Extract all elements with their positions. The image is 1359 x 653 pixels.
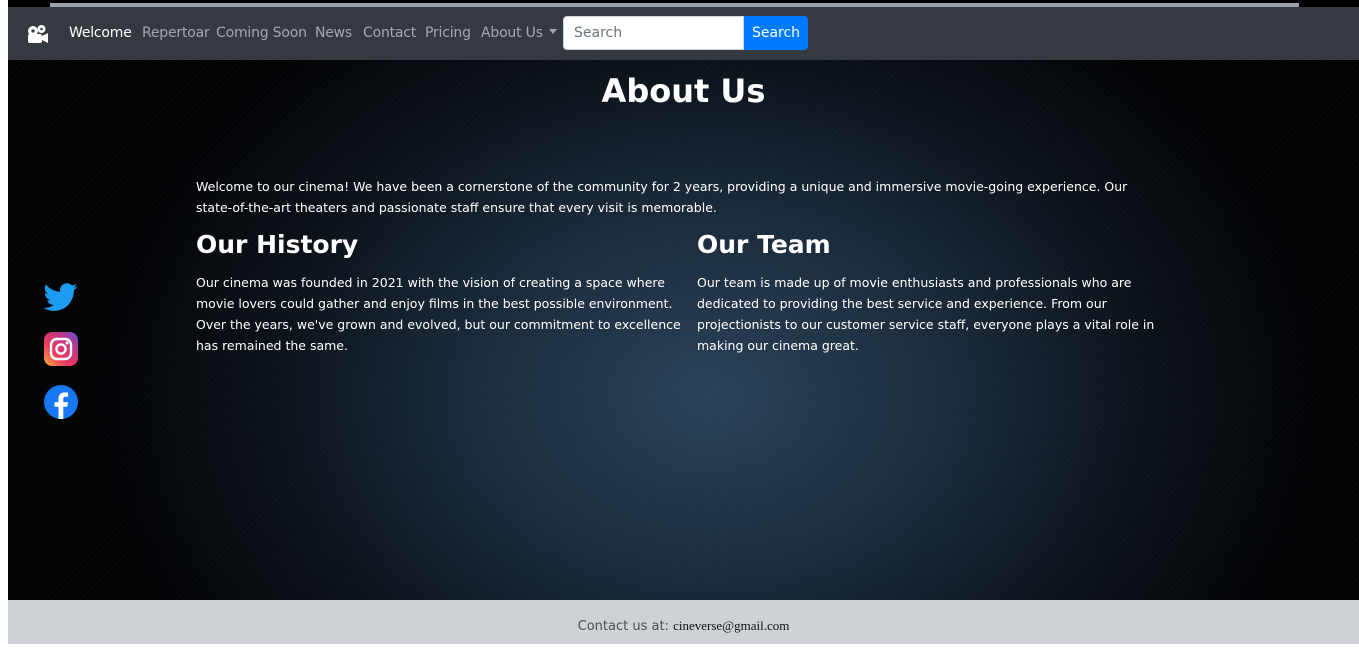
- nav-item-repertoar[interactable]: Repertoar: [142, 25, 210, 41]
- chevron-down-icon: [548, 29, 557, 34]
- instagram-icon[interactable]: [44, 332, 78, 366]
- twitter-icon[interactable]: [43, 280, 78, 314]
- nav-item-coming-soon[interactable]: Coming Soon: [216, 25, 307, 41]
- footer-contact-label: Contact us at:: [577, 619, 669, 634]
- history-heading: Our History: [196, 230, 359, 259]
- nav-item-about-us[interactable]: About Us: [481, 25, 557, 41]
- about-section: About Us Welcome to our cinema! We have …: [8, 60, 1359, 600]
- history-text: Our cinema was founded in 2021 with the …: [196, 275, 681, 353]
- page-title: About Us: [601, 72, 766, 110]
- nav-item-about-us-label: About Us: [481, 25, 543, 41]
- intro-text: Welcome to our cinema! We have been a co…: [196, 179, 1128, 215]
- navbar: Welcome Repertoar Coming Soon News Conta…: [8, 7, 1359, 60]
- search-button[interactable]: Search: [744, 16, 808, 50]
- search-input[interactable]: [563, 16, 744, 50]
- team-text: Our team is made up of movie enthusiasts…: [697, 275, 1155, 353]
- nav-item-pricing[interactable]: Pricing: [425, 25, 471, 41]
- nav-item-news[interactable]: News: [315, 25, 352, 41]
- footer: Contact us at: cineverse@gmail.com: [8, 600, 1359, 644]
- nav-item-contact[interactable]: Contact: [363, 25, 416, 41]
- nav-item-welcome[interactable]: Welcome: [69, 25, 132, 41]
- team-heading: Our Team: [697, 230, 831, 259]
- facebook-icon[interactable]: [44, 385, 78, 419]
- footer-email: cineverse@gmail.com: [673, 618, 790, 633]
- brand-logo-icon[interactable]: [25, 23, 49, 45]
